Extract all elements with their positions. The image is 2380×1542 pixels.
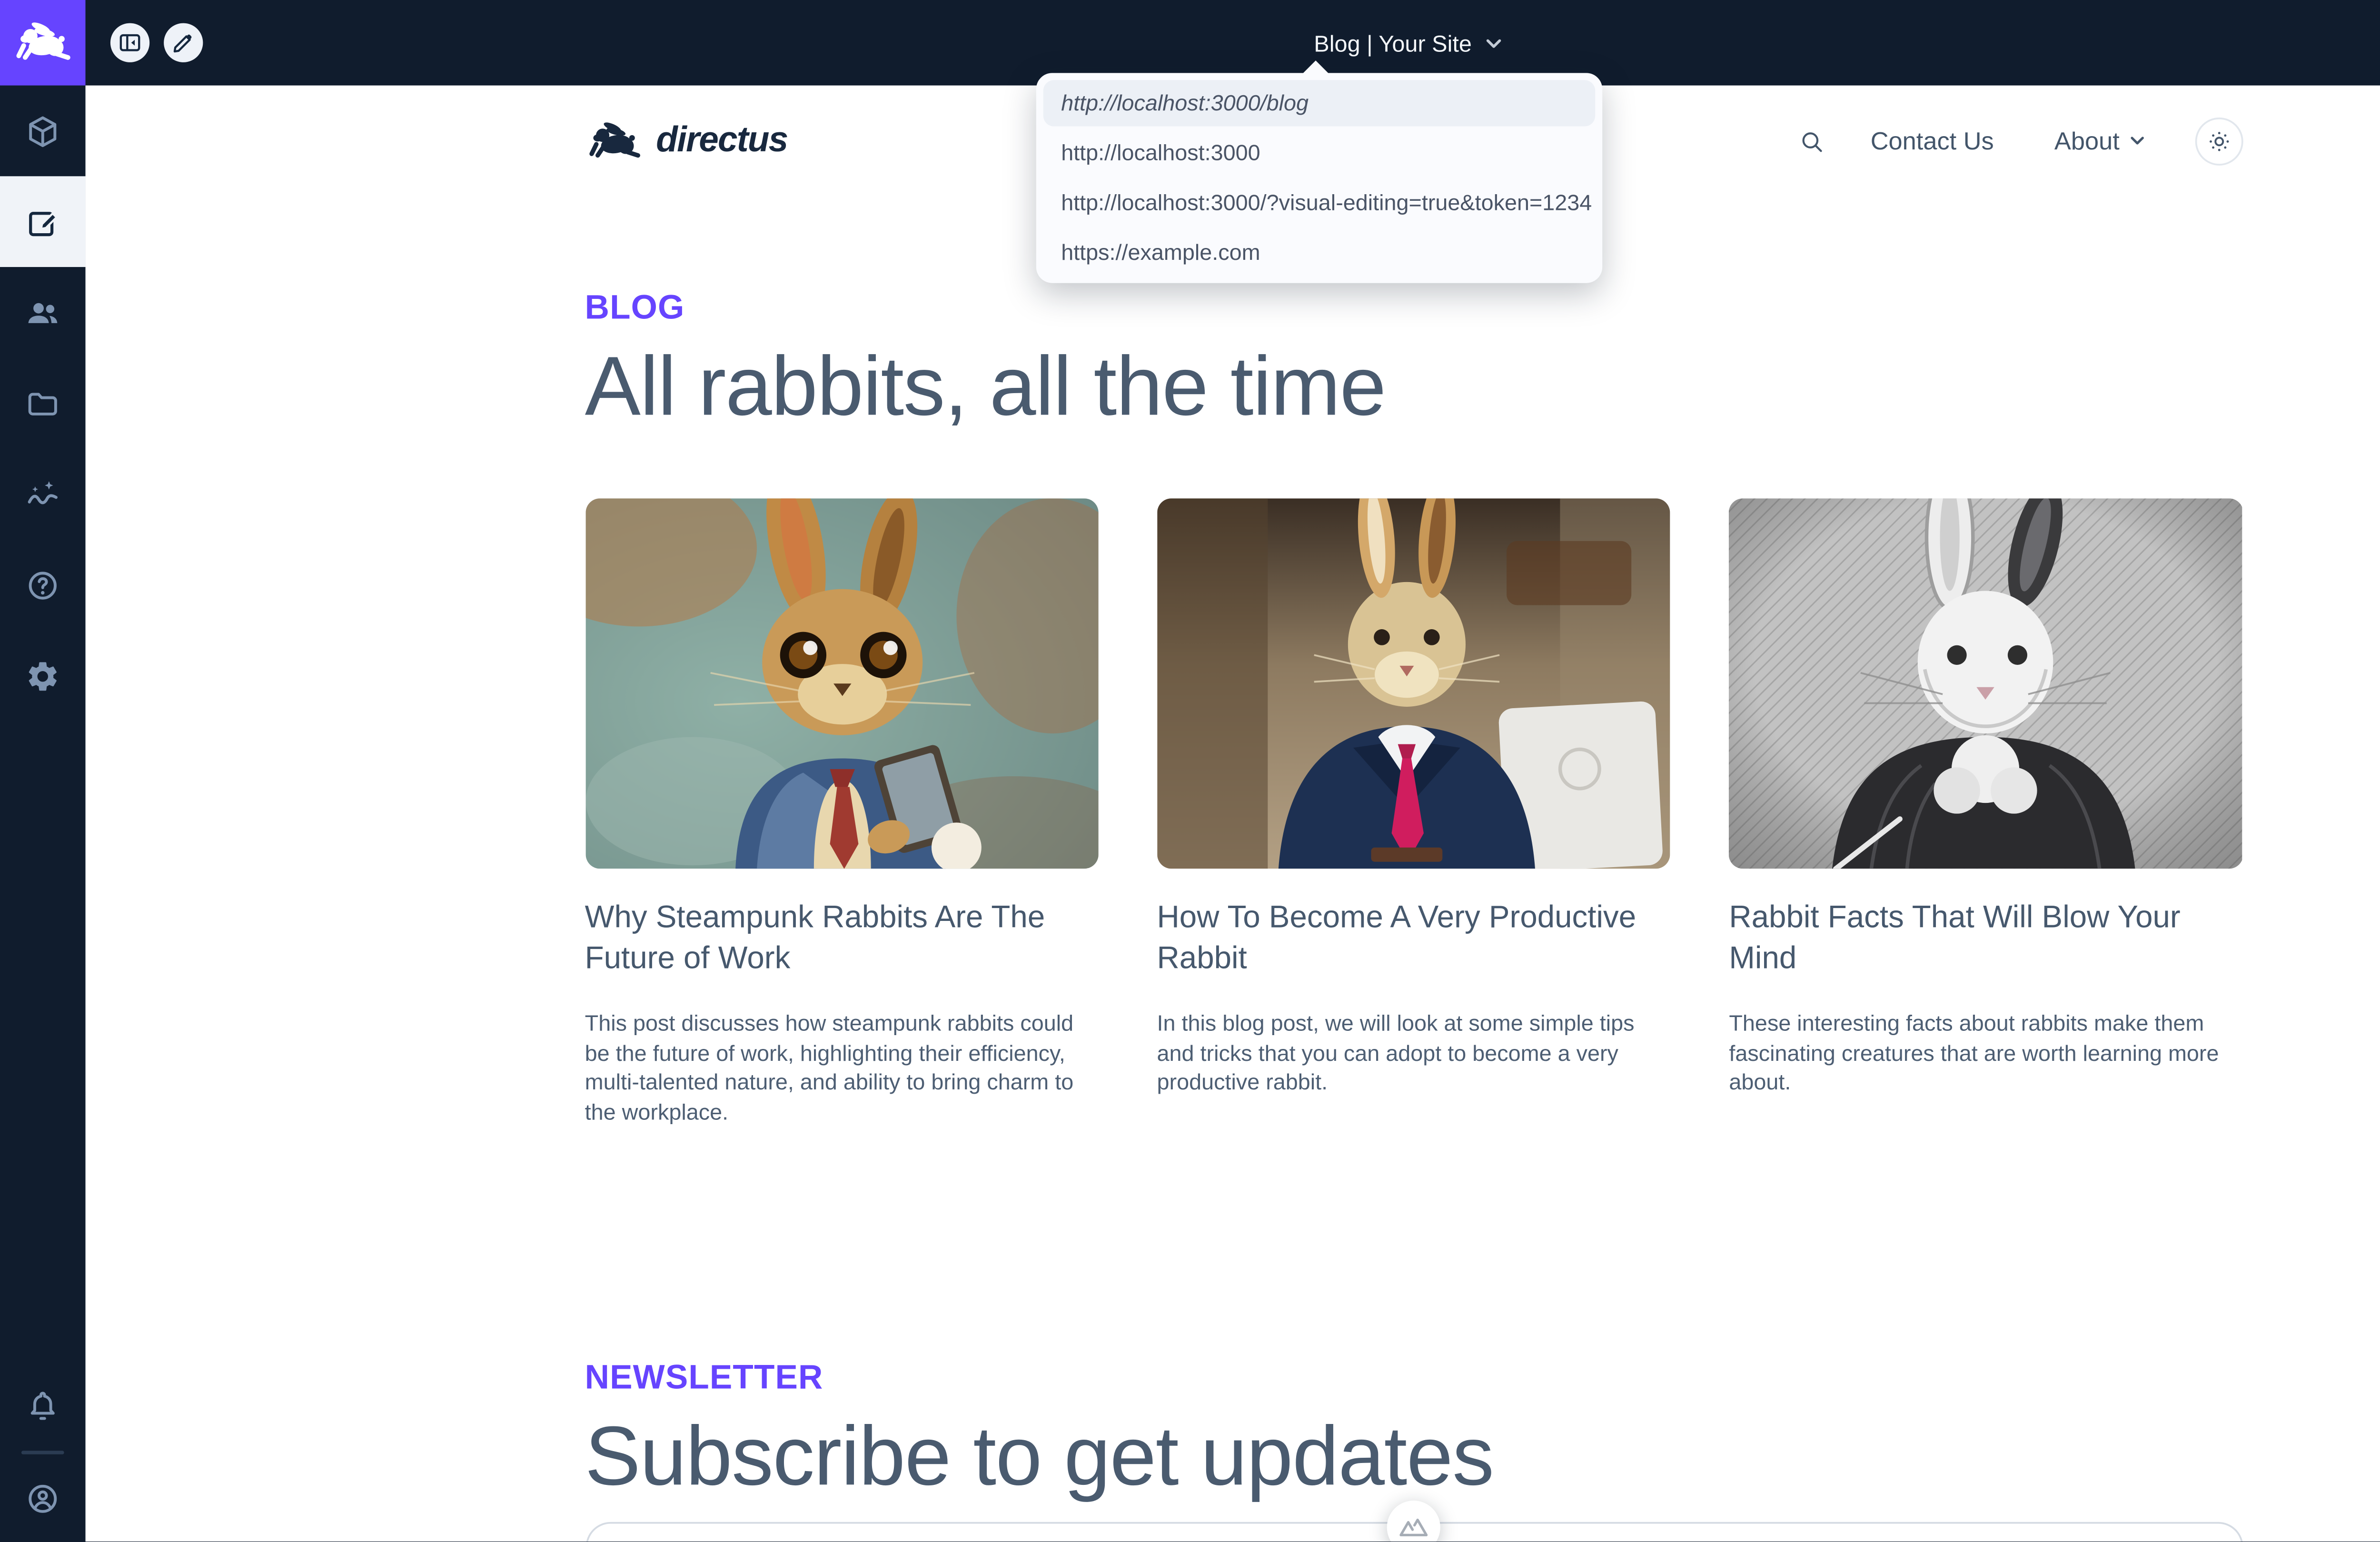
- url-option-example[interactable]: https://example.com: [1043, 229, 1595, 276]
- gear-icon: [25, 658, 60, 693]
- blog-card-facts[interactable]: Rabbit Facts That Will Blow Your Mind Th…: [1729, 498, 2242, 1149]
- chevron-down-icon: [1484, 37, 1502, 49]
- pencil-icon: [171, 30, 196, 55]
- site-logo[interactable]: directus: [585, 119, 788, 163]
- directus-visual-editor-window: Blog | Your Site 1860 × 1020 100% direct…: [0, 0, 2380, 1542]
- sun-icon: [2205, 127, 2231, 154]
- post-description: In this blog post, we will look at some …: [1157, 1010, 1670, 1098]
- site-wordmark: directus: [656, 120, 787, 161]
- help-icon: [25, 567, 60, 603]
- search-button[interactable]: [1797, 127, 1824, 154]
- post-description: These interesting facts about rabbits ma…: [1729, 1010, 2242, 1098]
- site-preview-frame: directus Contact Us About: [86, 86, 2380, 1542]
- blog-image-steampunk-rabbit: [585, 498, 1098, 868]
- blog-eyebrow: BLOG: [585, 290, 2242, 329]
- account-circle-icon: [25, 1481, 60, 1517]
- url-dropdown-menu: http://localhost:3000/blog http://localh…: [1036, 73, 1602, 283]
- post-title: Why Steampunk Rabbits Are The Future of …: [585, 897, 1098, 979]
- nuxt-logo-icon: [1396, 1510, 1431, 1542]
- sidebar-item-user-directory[interactable]: [0, 267, 86, 358]
- sidebar-bottom: [0, 1364, 86, 1542]
- bell-icon: [25, 1388, 60, 1424]
- sidebar-item-insights[interactable]: [0, 449, 86, 540]
- search-icon: [1797, 127, 1824, 154]
- insights-icon: [25, 476, 60, 512]
- site-nav: Contact Us About: [1797, 117, 2242, 165]
- url-option-blog[interactable]: http://localhost:3000/blog: [1043, 80, 1595, 126]
- post-title: Rabbit Facts That Will Blow Your Mind: [1729, 897, 2242, 979]
- theme-toggle-button[interactable]: [2194, 117, 2242, 165]
- user-menu-button[interactable]: [0, 1456, 86, 1542]
- page-switcher-label: Blog | Your Site: [1314, 30, 1472, 56]
- chevron-down-icon: [2128, 135, 2144, 146]
- edit-mode-button[interactable]: [164, 23, 203, 62]
- blog-image-business-rabbit: [1157, 498, 1670, 868]
- blog-image-victorian-rabbit: [1729, 498, 2242, 868]
- blog-card-productive[interactable]: How To Become A Very Productive Rabbit I…: [1157, 498, 1670, 1149]
- blog-section: BLOG All rabbits, all the time: [585, 290, 2242, 1150]
- sidebar-item-visual-editor[interactable]: [0, 176, 86, 267]
- blog-post-grid: Why Steampunk Rabbits Are The Future of …: [585, 498, 2242, 1149]
- sidebar-item-file-library[interactable]: [0, 358, 86, 449]
- sidebar-item-help[interactable]: [0, 539, 86, 630]
- blog-heading: All rabbits, all the time: [585, 342, 2242, 432]
- url-option-root[interactable]: http://localhost:3000: [1043, 130, 1595, 176]
- newsletter-eyebrow: NEWSLETTER: [585, 1360, 2242, 1399]
- notifications-button[interactable]: [0, 1364, 86, 1449]
- rabbit-logo-icon: [12, 20, 73, 66]
- rabbit-logo-icon: [585, 119, 642, 163]
- module-sidebar: [0, 0, 86, 1542]
- post-description: This post discusses how steampunk rabbit…: [585, 1010, 1098, 1127]
- edit-square-icon: [25, 204, 60, 239]
- folder-icon: [25, 386, 60, 421]
- sidebar-item-settings[interactable]: [0, 630, 86, 721]
- nav-link-contact[interactable]: Contact Us: [1871, 127, 1994, 155]
- cube-icon: [25, 113, 60, 149]
- collapse-panel-icon: [118, 30, 142, 55]
- nav-about-label: About: [2054, 127, 2120, 155]
- newsletter-heading: Subscribe to get updates: [585, 1411, 2242, 1502]
- nav-link-about[interactable]: About: [2054, 127, 2144, 155]
- sidebar-item-content[interactable]: [0, 86, 86, 177]
- blog-card-steampunk[interactable]: Why Steampunk Rabbits Are The Future of …: [585, 498, 1098, 1149]
- sidebar-divider: [21, 1451, 64, 1454]
- post-title: How To Become A Very Productive Rabbit: [1157, 897, 1670, 979]
- people-icon: [25, 295, 60, 330]
- collapse-sidebar-button[interactable]: [110, 23, 149, 62]
- directus-app-logo[interactable]: [0, 0, 86, 86]
- url-option-visual-editing[interactable]: http://localhost:3000/?visual-editing=tr…: [1043, 180, 1595, 226]
